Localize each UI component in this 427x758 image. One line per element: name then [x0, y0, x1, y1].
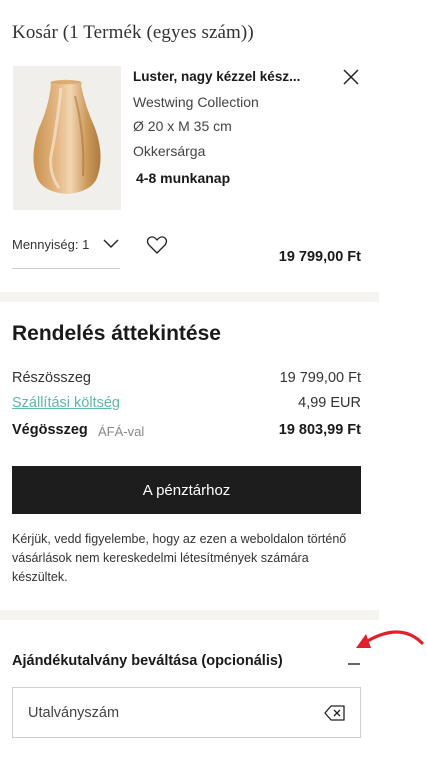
heart-icon: [146, 236, 168, 254]
vat-note: ÁFÁ-val: [98, 424, 145, 439]
product-name[interactable]: Luster, nagy kézzel kész...: [133, 69, 300, 84]
remove-item-button[interactable]: [340, 66, 362, 88]
checkout-button[interactable]: A pénztárhoz: [12, 466, 361, 514]
chevron-down-icon: [103, 239, 119, 248]
line-item-price: 19 799,00 Ft: [278, 249, 361, 265]
subtotal-label: Részösszeg: [12, 370, 91, 386]
wishlist-button[interactable]: [146, 235, 168, 255]
subtotal-value: 19 799,00 Ft: [279, 370, 361, 386]
non-commercial-notice: Kérjük, vedd figyelembe, hogy az ezen a …: [12, 532, 347, 584]
product-brand: Westwing Collection: [133, 94, 259, 110]
section-divider: [0, 292, 379, 302]
voucher-input[interactable]: [13, 688, 313, 737]
checkout-button-label: A pénztárhoz: [142, 481, 231, 499]
total-label: Végösszeg: [12, 422, 88, 438]
delivery-time: 4-8 munkanap: [136, 170, 231, 186]
close-icon: [343, 69, 359, 85]
voucher-field[interactable]: [12, 687, 361, 738]
amber-glass-vase-image: [33, 79, 101, 194]
product-color: Okkersárga: [133, 143, 206, 159]
shipping-cost-link[interactable]: Szállítási költség: [12, 395, 120, 411]
order-summary-title: Rendelés áttekintése: [12, 322, 221, 345]
clear-voucher-button[interactable]: [324, 704, 346, 722]
cart-title: Kosár (1 Termék (egyes szám)): [12, 22, 254, 43]
gift-voucher-title[interactable]: Ajándékutalvány beváltása (opcionális): [12, 653, 283, 669]
total-value: 19 803,99 Ft: [278, 422, 361, 438]
backspace-clear-icon: [324, 705, 345, 721]
shipping-cost-value: 4,99 EUR: [298, 395, 361, 411]
product-image[interactable]: [13, 66, 121, 210]
product-size: Ø 20 x M 35 cm: [133, 118, 232, 134]
quantity-label: Mennyiség: 1: [12, 237, 90, 252]
quantity-select[interactable]: Mennyiség: 1: [12, 234, 120, 269]
annotation-arrow: [356, 630, 424, 648]
section-divider: [0, 610, 379, 620]
